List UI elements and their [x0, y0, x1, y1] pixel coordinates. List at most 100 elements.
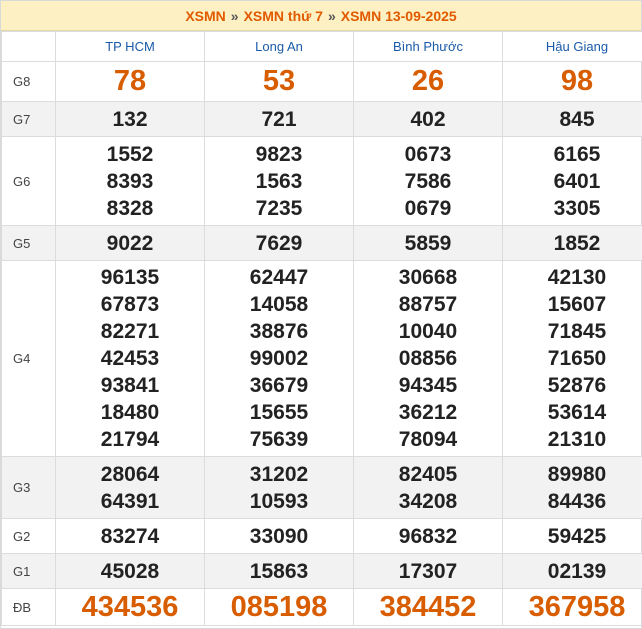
prize-number: 31202: [249, 462, 309, 486]
province-header[interactable]: Long An: [204, 31, 354, 62]
prize-cell: 31202 10593: [204, 456, 354, 519]
prize-cell: 1852: [502, 225, 642, 261]
prize-number: 78: [113, 65, 147, 97]
prize-cell: 845: [502, 101, 642, 137]
prize-label: G6: [1, 136, 56, 226]
prize-number: 78094: [398, 428, 458, 451]
prize-cell: 434536: [55, 588, 205, 626]
prize-row: G8 78 53 26 98: [1, 61, 642, 102]
prize-cell: 62447 14058 38876 99002 36679 15655 75639: [204, 260, 354, 457]
prize-number: 96135: [100, 266, 160, 289]
prize-cell: 59425: [502, 518, 642, 554]
prize-row: G6 1552 8393 8328 9823 1563 7235 0673 7586 0679 61…: [1, 136, 642, 226]
prize-row: G3 28064 64391 31202 10593 82405 34208 89980 844…: [1, 456, 642, 519]
prize-cell: 367958: [502, 588, 642, 626]
prize-cell: 17307: [353, 553, 503, 589]
prize-label: G1: [1, 553, 56, 589]
prize-number: 64391: [100, 489, 160, 513]
corner-cell: [1, 31, 56, 62]
prize-cell: 45028: [55, 553, 205, 589]
prize-cell: 83274: [55, 518, 205, 554]
prize-number: 1552: [106, 142, 154, 166]
prize-number: 721: [261, 107, 297, 131]
prize-number: 7629: [255, 231, 303, 255]
breadcrumb: XSMN » XSMN thứ 7 » XSMN 13-09-2025: [1, 1, 641, 31]
prize-cell: 53: [204, 61, 354, 102]
breadcrumb-separator: »: [327, 7, 336, 24]
prize-cell: 30668 88757 10040 08856 94345 36212 78094: [353, 260, 503, 457]
prize-number: 26: [411, 65, 445, 97]
prize-cell: 89980 84436: [502, 456, 642, 519]
results-table: TP HCM Long An Bình Phước Hậu Giang G8 78…: [1, 31, 642, 626]
prize-cell: 0673 7586 0679: [353, 136, 503, 226]
prize-cell: 98: [502, 61, 642, 102]
prize-cell: 02139: [502, 553, 642, 589]
prize-number: 8393: [106, 169, 154, 193]
prize-number: 10040: [398, 320, 458, 343]
prize-cell: 28064 64391: [55, 456, 205, 519]
prize-number: 085198: [230, 590, 328, 623]
province-header[interactable]: Hậu Giang: [502, 31, 642, 62]
prize-number: 38876: [249, 320, 309, 343]
prize-cell: 42130 15607 71845 71650 52876 53614 21310: [502, 260, 642, 457]
prize-label: G7: [1, 101, 56, 137]
breadcrumb-link-date[interactable]: XSMN 13-09-2025: [341, 8, 457, 24]
prize-number: 434536: [81, 590, 179, 623]
prize-cell: 721: [204, 101, 354, 137]
breadcrumb-link-weekday[interactable]: XSMN thứ 7: [244, 8, 323, 24]
prize-number: 15607: [547, 293, 607, 316]
prize-cell: 6165 6401 3305: [502, 136, 642, 226]
province-header[interactable]: Bình Phước: [353, 31, 503, 62]
prize-number: 18480: [100, 401, 160, 424]
prize-number: 71650: [547, 347, 607, 370]
prize-cell: 15863: [204, 553, 354, 589]
prize-number: 9823: [255, 142, 303, 166]
prize-number: 6165: [553, 142, 601, 166]
prize-cell: 085198: [204, 588, 354, 626]
prize-label: G5: [1, 225, 56, 261]
prize-number: 67873: [100, 293, 160, 316]
prize-number: 14058: [249, 293, 309, 316]
prize-number: 99002: [249, 347, 309, 370]
prize-row: G2 83274 33090 96832 59425: [1, 518, 642, 554]
prize-number: 45028: [100, 559, 160, 583]
prize-number: 15863: [249, 559, 309, 583]
prize-number: 75639: [249, 428, 309, 451]
prize-number: 08856: [398, 347, 458, 370]
prize-number: 21310: [547, 428, 607, 451]
province-header[interactable]: TP HCM: [55, 31, 205, 62]
prize-number: 10593: [249, 489, 309, 513]
prize-cell: 132: [55, 101, 205, 137]
prize-row: G1 45028 15863 17307 02139: [1, 553, 642, 589]
prize-number: 34208: [398, 489, 458, 513]
prize-number: 7235: [255, 196, 303, 220]
prize-number: 02139: [547, 559, 607, 583]
prize-number: 384452: [379, 590, 477, 623]
prize-label: ĐB: [1, 588, 56, 626]
prize-number: 7586: [404, 169, 452, 193]
prize-number: 59425: [547, 524, 607, 548]
prize-number: 0673: [404, 142, 452, 166]
prize-number: 82405: [398, 462, 458, 486]
prize-number: 42130: [547, 266, 607, 289]
prize-number: 62447: [249, 266, 309, 289]
prize-number: 845: [559, 107, 595, 131]
prize-number: 71845: [547, 320, 607, 343]
prize-label: G8: [1, 61, 56, 102]
prize-number: 1852: [553, 231, 601, 255]
prize-number: 53: [262, 65, 296, 97]
prize-cell: 9823 1563 7235: [204, 136, 354, 226]
province-header-row: TP HCM Long An Bình Phước Hậu Giang: [1, 31, 642, 62]
prize-number: 88757: [398, 293, 458, 316]
prize-cell: 7629: [204, 225, 354, 261]
prize-number: 367958: [528, 590, 626, 623]
prize-row: G4 96135 67873 82271 42453 93841 18480 21794 624…: [1, 260, 642, 457]
prize-cell: 5859: [353, 225, 503, 261]
prize-number: 3305: [553, 196, 601, 220]
prize-cell: 384452: [353, 588, 503, 626]
prize-number: 36679: [249, 374, 309, 397]
prize-number: 28064: [100, 462, 160, 486]
breadcrumb-link-xsmn[interactable]: XSMN: [185, 8, 225, 24]
prize-cell: 82405 34208: [353, 456, 503, 519]
prize-number: 402: [410, 107, 446, 131]
